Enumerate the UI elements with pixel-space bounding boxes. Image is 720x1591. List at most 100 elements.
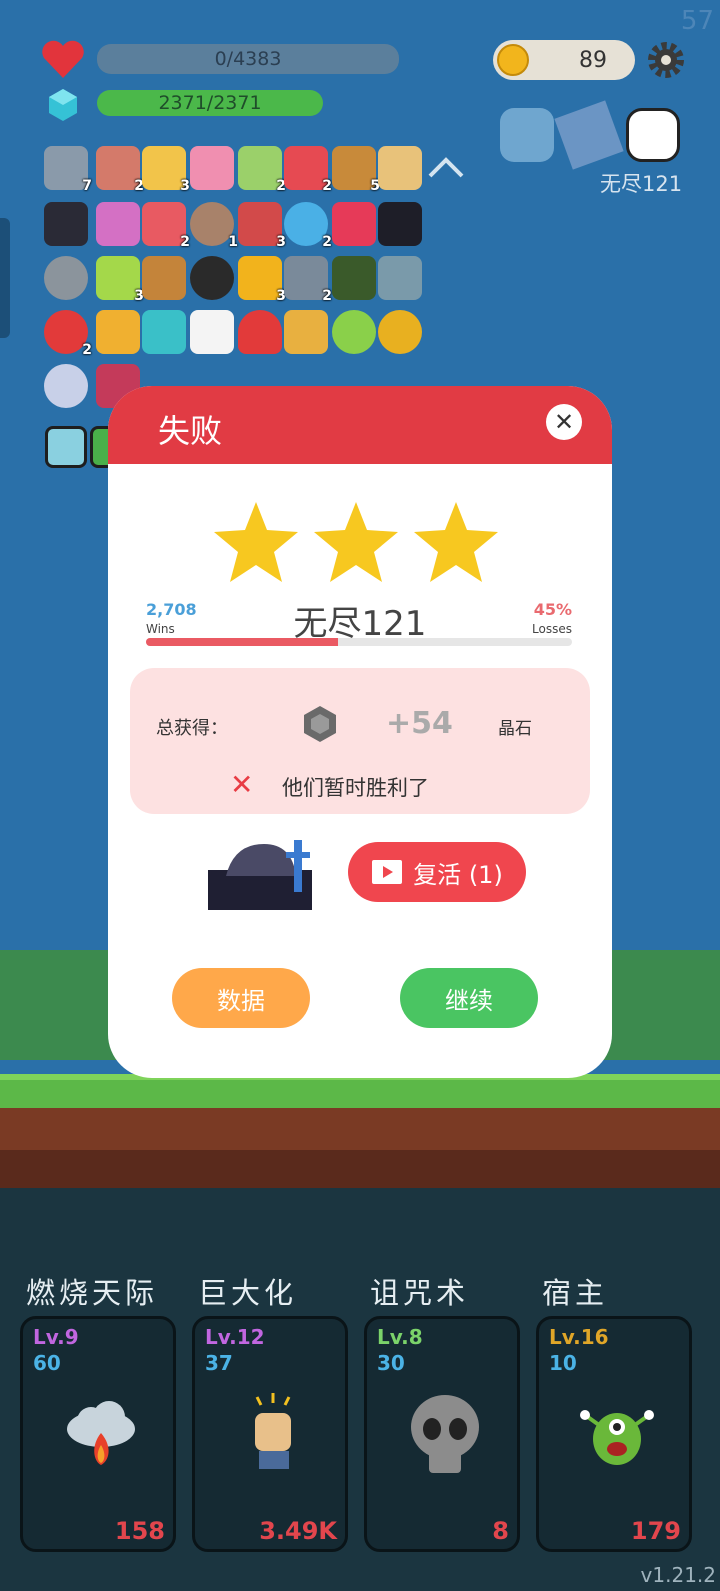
flower-pot-icon[interactable] [96, 202, 140, 246]
ghost-avatar-icon[interactable] [500, 108, 554, 162]
star-icon [314, 502, 398, 582]
total-label: 总获得： [156, 718, 228, 739]
target-shield-icon[interactable]: 1 [190, 202, 238, 250]
video-icon [372, 860, 403, 884]
skill-count: 10 [549, 1351, 577, 1375]
skill-count: 37 [205, 1351, 233, 1375]
star-rating [214, 502, 498, 582]
fail-message: 他们暂时胜利了 [282, 776, 429, 800]
lime-icon[interactable] [332, 310, 376, 354]
molecule-icon[interactable] [378, 256, 422, 300]
grass-strip [0, 1074, 720, 1110]
skull-hat-icon[interactable] [378, 202, 422, 246]
bomb-icon[interactable] [190, 256, 234, 300]
durian-icon[interactable] [378, 310, 422, 354]
fire-cloud-icon [67, 1401, 135, 1465]
pineapple-icon[interactable] [96, 310, 140, 354]
gear-icon[interactable] [647, 41, 685, 79]
losses-value: 45% [533, 600, 572, 619]
losses-label: Losses [532, 622, 572, 636]
tombstone-icon[interactable]: 2 [96, 146, 144, 194]
skill-name: 燃烧天际 [26, 1276, 159, 1310]
potion-icon[interactable]: 2 [238, 146, 286, 194]
cross-icon: ✕ [230, 768, 254, 801]
thermometer-icon[interactable]: 3 [238, 202, 286, 250]
skill-card-curse[interactable]: Lv.8 30 8 [364, 1316, 520, 1552]
fps-counter: 57 [680, 6, 714, 36]
portrait-icon[interactable] [45, 426, 87, 468]
close-icon: ✕ [553, 408, 575, 436]
skill-level: Lv.12 [205, 1325, 265, 1349]
skill-name: 巨大化 [198, 1276, 298, 1310]
mushroom-icon[interactable] [238, 310, 282, 354]
star-icon [214, 502, 298, 582]
skill-name: 诅咒术 [370, 1276, 470, 1310]
pill-icon[interactable]: 2 [142, 202, 190, 250]
ice-cream-icon[interactable] [190, 146, 234, 190]
target-icon[interactable] [142, 310, 186, 354]
skill-level: Lv.8 [377, 1325, 423, 1349]
skill-count: 60 [33, 1351, 61, 1375]
side-drawer-handle[interactable] [0, 218, 10, 338]
skull-icon [411, 1395, 479, 1473]
continue-button[interactable]: 继续 [400, 968, 538, 1028]
fist-icon [255, 1393, 291, 1469]
skill-level: Lv.16 [549, 1325, 609, 1349]
beer-icon[interactable]: 3 [142, 146, 190, 194]
heart-icon [42, 40, 84, 78]
eagle-icon[interactable] [332, 256, 376, 300]
defeat-dialog: 失败 ✕ 2,708 Wins 无尽121 45% Losses 总获得： +5… [108, 386, 612, 1078]
health-bar: 0/4383 [97, 44, 399, 74]
witch-hat-icon[interactable] [44, 202, 88, 246]
chevron-up-icon[interactable] [424, 146, 468, 190]
version-label: v1.21.2 [640, 1563, 716, 1587]
sword-icon[interactable]: 7 [44, 146, 92, 194]
green-potion-icon[interactable]: 3 [96, 256, 144, 304]
energy-bar: 2371/2371 [97, 90, 323, 116]
capsule-icon[interactable] [44, 364, 88, 408]
dark-dirt-layer [0, 1150, 720, 1190]
coin-icon [497, 44, 529, 76]
reward-amount: +54 [386, 706, 453, 741]
bow-icon[interactable] [142, 256, 186, 300]
book-icon[interactable]: 5 [332, 146, 380, 194]
crystal-icon [49, 89, 77, 121]
skill-card-burning-sky[interactable]: Lv.9 60 158 [20, 1316, 176, 1552]
data-button-label: 数据 [217, 986, 265, 1015]
revive-button[interactable]: 复活 (1) [348, 842, 526, 902]
grave-icon [208, 840, 312, 910]
skill-count: 30 [377, 1351, 405, 1375]
parchment-icon[interactable] [284, 310, 328, 354]
data-button[interactable]: 数据 [172, 968, 310, 1028]
skill-value: 3.49K [259, 1517, 337, 1545]
skill-card-giant[interactable]: Lv.12 37 3.49K [192, 1316, 348, 1552]
close-button[interactable]: ✕ [546, 404, 582, 440]
playing-cards-icon[interactable] [190, 310, 234, 354]
revive-label: 复活 (1) [413, 860, 503, 889]
chat-bubble-icon[interactable]: 2 [284, 202, 332, 250]
skill-value: 179 [630, 1517, 681, 1545]
reward-box: 总获得： +54 晶石 ✕ 他们暂时胜利了 [130, 668, 590, 814]
star-icon [414, 502, 498, 582]
coin-amount: 89 [579, 47, 607, 73]
blob-avatar-icon[interactable] [626, 108, 680, 162]
dagger-icon[interactable]: 2 [284, 256, 332, 304]
skill-value: 8 [492, 1517, 509, 1545]
apple-icon[interactable]: 2 [44, 310, 92, 358]
watermelon-icon[interactable]: 2 [284, 146, 332, 194]
loss-fill [146, 638, 338, 646]
compass-icon[interactable] [44, 256, 88, 300]
continue-button-label: 继续 [445, 986, 493, 1015]
monster-icon [580, 1410, 654, 1465]
scroll-icon[interactable] [378, 146, 422, 190]
win-loss-bar [146, 638, 572, 646]
reward-unit: 晶石 [498, 719, 532, 739]
skill-name: 宿主 [542, 1276, 609, 1310]
skill-level: Lv.9 [33, 1325, 79, 1349]
stage-label: 无尽121 [600, 172, 683, 196]
skill-card-host[interactable]: Lv.16 10 179 [536, 1316, 692, 1552]
ruby-icon[interactable] [332, 202, 376, 246]
crystal-icon [304, 706, 336, 742]
dialog-title: 失败 [158, 412, 223, 450]
sunflower-icon[interactable]: 3 [238, 256, 286, 304]
